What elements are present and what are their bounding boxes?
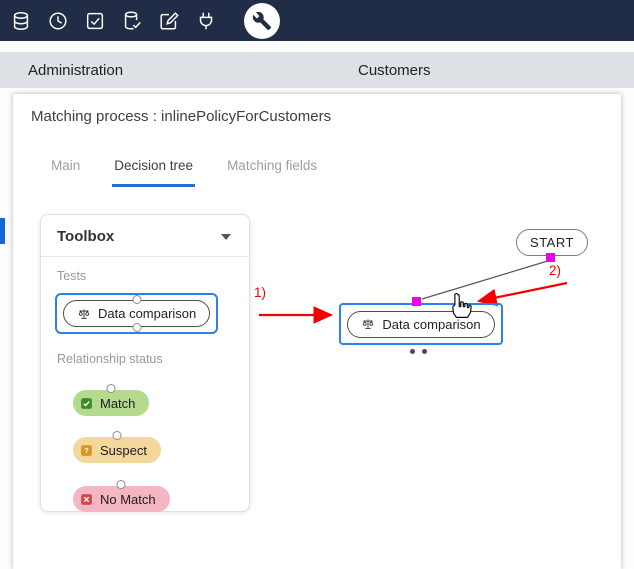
section-label-relationship-status: Relationship status [57,352,249,366]
input-port [107,384,116,393]
node-output-port-1[interactable] [410,349,415,354]
data-comparison-node-selection: Data comparison [339,303,503,345]
main-panel: Matching process : inlinePolicyForCustom… [13,94,621,569]
start-node[interactable]: START [516,229,588,256]
input-port [112,431,121,440]
balance-scale-icon [77,307,91,321]
toolbox-title: Toolbox [57,228,114,245]
page-title: Matching process : inlinePolicyForCustom… [31,108,331,125]
edge-start-to-node[interactable] [422,260,551,299]
status-label: Suspect [100,443,147,458]
toolbox-header: Toolbox [41,215,249,257]
svg-text:?: ? [84,446,89,455]
node-input-port-selected[interactable] [412,297,421,306]
hand-pointer-cursor [447,293,473,319]
toolbox-panel: Toolbox Tests Data comparison Relationsh… [40,214,250,512]
toolbox-item-suspect[interactable]: ? Suspect [73,437,161,463]
topbar [0,0,634,41]
annotation-arrow-2 [479,283,567,301]
status-label: No Match [100,492,156,507]
checklist-icon[interactable] [84,10,106,32]
question-icon: ? [80,444,93,457]
toolbox-item-match[interactable]: Match [73,390,149,416]
check-icon [80,397,93,410]
database-check-icon[interactable] [121,10,143,32]
balance-scale-icon [361,317,375,331]
input-port [117,480,126,489]
status-label: Match [100,396,135,411]
toolbox-item-data-comparison[interactable]: Data comparison [63,300,210,327]
chevron-down-icon[interactable] [221,234,231,240]
start-node-output-port-selected[interactable] [546,253,555,262]
annotation-label-2: 2) [549,263,561,278]
nav-bar: Administration Customers [0,52,634,88]
plug-icon[interactable] [195,10,217,32]
nav-item-customers[interactable]: Customers [358,62,431,79]
section-label-tests: Tests [57,269,249,283]
input-port [132,295,141,304]
nav-item-administration[interactable]: Administration [28,62,123,79]
tab-matching-fields[interactable]: Matching fields [225,152,319,187]
toolbox-test-selection: Data comparison [55,293,218,334]
left-scroll-indicator [0,218,5,244]
clock-icon[interactable] [47,10,69,32]
node-output-port-2[interactable] [422,349,427,354]
output-port [132,323,141,332]
toolbox-item-no-match[interactable]: No Match [73,486,170,512]
wrench-icon[interactable] [244,3,280,39]
toolbox-item-label: Data comparison [98,306,196,321]
cross-icon [80,493,93,506]
tab-bar: Main Decision tree Matching fields [13,152,349,187]
annotation-label-1: 1) [254,285,266,300]
database-icon[interactable] [10,10,32,32]
tab-main[interactable]: Main [49,152,82,187]
tab-decision-tree[interactable]: Decision tree [112,152,195,187]
edit-icon[interactable] [158,10,180,32]
